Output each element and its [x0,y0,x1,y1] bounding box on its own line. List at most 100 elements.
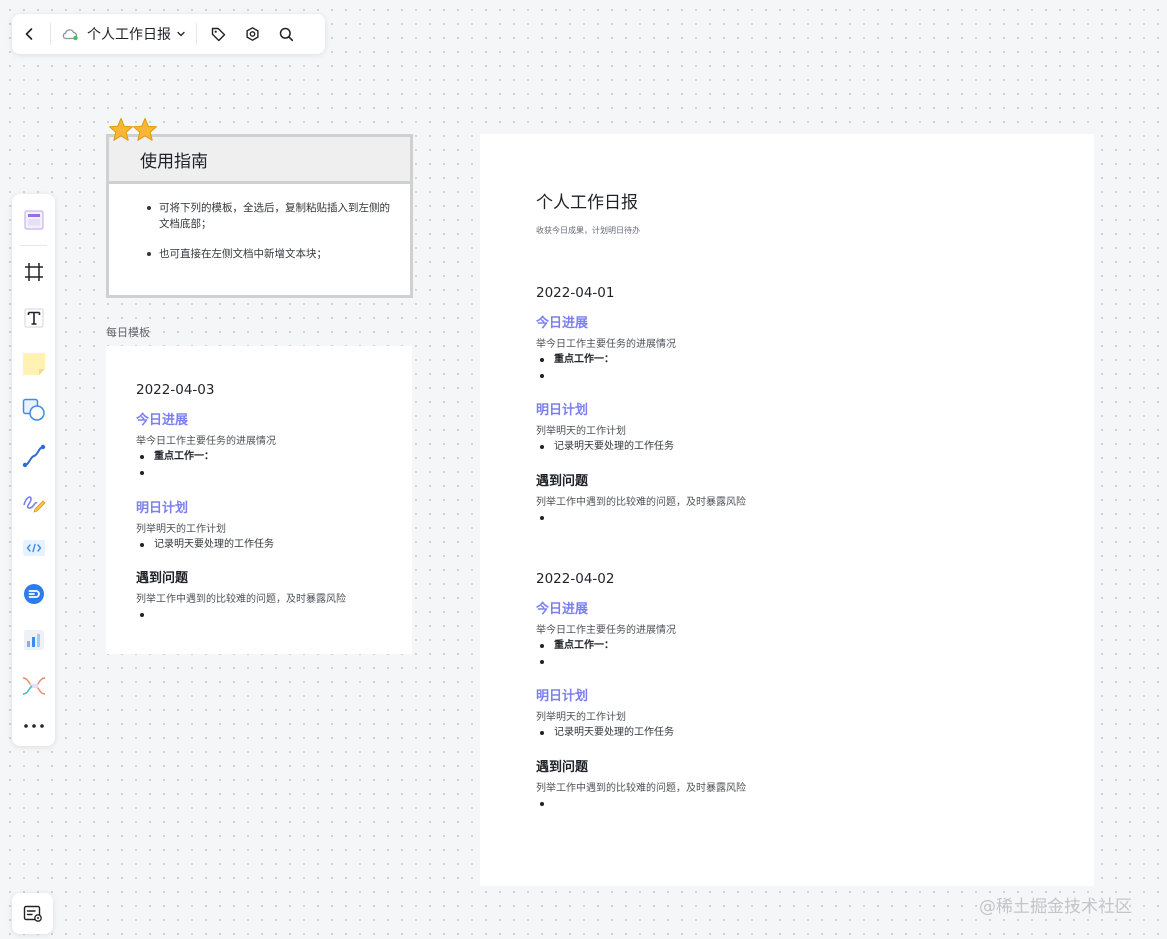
bullet-item: 记录明天要处理的工作任务 [536,439,1094,455]
top-toolbar: 个人工作日报 [12,14,325,54]
text-tool[interactable] [18,302,49,333]
day-entry: 2022-04-02 今日进展 举今日工作主要任务的进展情况 重点工作一： 明日… [536,569,1094,811]
more-icon [23,723,44,728]
stars-sticker-icon [109,118,157,141]
tag-button[interactable] [201,19,235,49]
plan-description: 列举明天的工作计划 [536,712,626,723]
back-button[interactable] [12,19,46,49]
daily-report-document[interactable]: 个人工作日报 收获今日成果，计划明日待办 2022-04-01 今日进展 举今日… [480,134,1094,886]
issue-description: 列举工作中遇到的比较难的问题，及时暴露风险 [536,782,746,794]
embed-tool[interactable] [18,578,49,609]
search-icon [279,27,293,41]
progress-heading: 今日进展 [536,316,589,331]
bullet-item [536,796,1094,812]
usage-guide-title: 使用指南 [140,151,208,172]
progress-heading: 今日进展 [536,602,589,617]
gear-icon [245,26,259,41]
embed-icon [23,583,44,604]
daily-template-label: 每日模板 [106,326,150,339]
chevron-left-icon [25,28,33,40]
issue-heading: 遇到问题 [536,759,589,775]
chart-icon [23,629,44,650]
bullet-item [136,607,412,623]
plan-heading: 明日计划 [536,689,589,704]
usage-guide-item: 也可直接在左侧文档中新增文本块； [129,246,390,262]
document-title: 个人工作日报 [87,27,171,43]
bullet-item [536,368,1094,384]
connector-tool[interactable] [18,440,49,471]
sticky-note-icon [22,352,45,375]
daily-template-card[interactable]: 2022-04-03 今日进展 举今日工作主要任务的进展情况 重点工作一： 明日… [106,346,412,654]
toolbar-divider [196,23,197,45]
palette-divider [20,245,47,246]
day-date: 2022-04-02 [536,571,615,587]
plan-description: 列举明天的工作计划 [136,524,226,535]
board-info-icon [23,905,42,922]
progress-description: 举今日工作主要任务的进展情况 [536,625,676,636]
bullet-item: 记录明天要处理的工作任务 [136,537,412,553]
frame-tool[interactable] [18,256,49,287]
issue-description: 列举工作中遇到的比较难的问题，及时暴露风险 [136,593,346,605]
pen-tool[interactable] [18,486,49,517]
board-info-button[interactable] [12,893,53,934]
watermark-text: @稀土掘金技术社区 [979,897,1132,917]
progress-bullets: 重点工作一： [536,352,1094,383]
search-button[interactable] [269,19,303,49]
toolbar-divider [50,23,51,45]
frame-icon [24,262,43,281]
code-block-icon [22,539,45,556]
progress-heading: 今日进展 [136,413,189,428]
issue-bullets [536,796,1094,812]
progress-description: 举今日工作主要任务的进展情况 [136,436,276,447]
bullet-item: 重点工作一： [536,638,1094,654]
plan-heading: 明日计划 [536,403,589,418]
plan-bullets: 记录明天要处理的工作任务 [136,537,412,553]
tool-palette [12,194,55,746]
template-icon [23,209,44,230]
plan-heading: 明日计划 [136,501,189,516]
issue-bullets [136,607,412,623]
document-subtitle: 收获今日成果，计划明日待办 [536,226,640,235]
more-tools-button[interactable] [18,710,49,741]
plan-description: 列举明天的工作计划 [536,426,626,437]
bullet-item [536,510,1094,526]
progress-bullets: 重点工作一： [136,449,412,480]
plan-bullets: 记录明天要处理的工作任务 [536,439,1094,455]
usage-guide-list: 可将下列的模板，全选后，复制粘贴插入到左侧的文档底部； 也可直接在左侧文档中新增… [109,184,410,262]
usage-guide-card[interactable]: 使用指南 可将下列的模板，全选后，复制粘贴插入到左侧的文档底部； 也可直接在左侧… [106,134,413,298]
mindmap-tool[interactable] [18,670,49,701]
issue-bullets [536,510,1094,526]
bullet-item [536,654,1094,670]
issue-description: 列举工作中遇到的比较难的问题，及时暴露风险 [536,496,746,508]
template-tool[interactable] [18,204,49,235]
plan-bullets: 记录明天要处理的工作任务 [536,725,1094,741]
day-entry: 2022-04-03 今日进展 举今日工作主要任务的进展情况 重点工作一： 明日… [136,380,412,622]
issue-heading: 遇到问题 [536,473,589,489]
code-block-tool[interactable] [18,532,49,563]
bullet-item [136,465,412,481]
shape-icon [22,398,45,421]
document-title-dropdown[interactable]: 个人工作日报 [55,19,192,49]
day-date: 2022-04-03 [136,382,215,398]
pen-icon [22,495,46,513]
cloud-sync-icon [62,29,78,41]
document-heading: 个人工作日报 [536,193,638,213]
connector-icon [22,444,45,467]
bullet-item: 重点工作一： [536,352,1094,368]
tag-icon [211,27,225,41]
day-date: 2022-04-01 [536,285,615,301]
progress-description: 举今日工作主要任务的进展情况 [536,339,676,350]
bullet-item: 记录明天要处理的工作任务 [536,725,1094,741]
bullet-item: 重点工作一： [136,449,412,465]
chevron-down-icon [177,31,185,37]
usage-guide-item: 可将下列的模板，全选后，复制粘贴插入到左侧的文档底部； [129,200,390,232]
mindmap-icon [22,676,45,695]
text-icon [24,308,43,327]
issue-heading: 遇到问题 [136,570,189,586]
progress-bullets: 重点工作一： [536,638,1094,669]
sticky-note-tool[interactable] [18,348,49,379]
shape-tool[interactable] [18,394,49,425]
chart-tool[interactable] [18,624,49,655]
settings-button[interactable] [235,19,269,49]
day-entry: 2022-04-01 今日进展 举今日工作主要任务的进展情况 重点工作一： 明日… [536,283,1094,525]
